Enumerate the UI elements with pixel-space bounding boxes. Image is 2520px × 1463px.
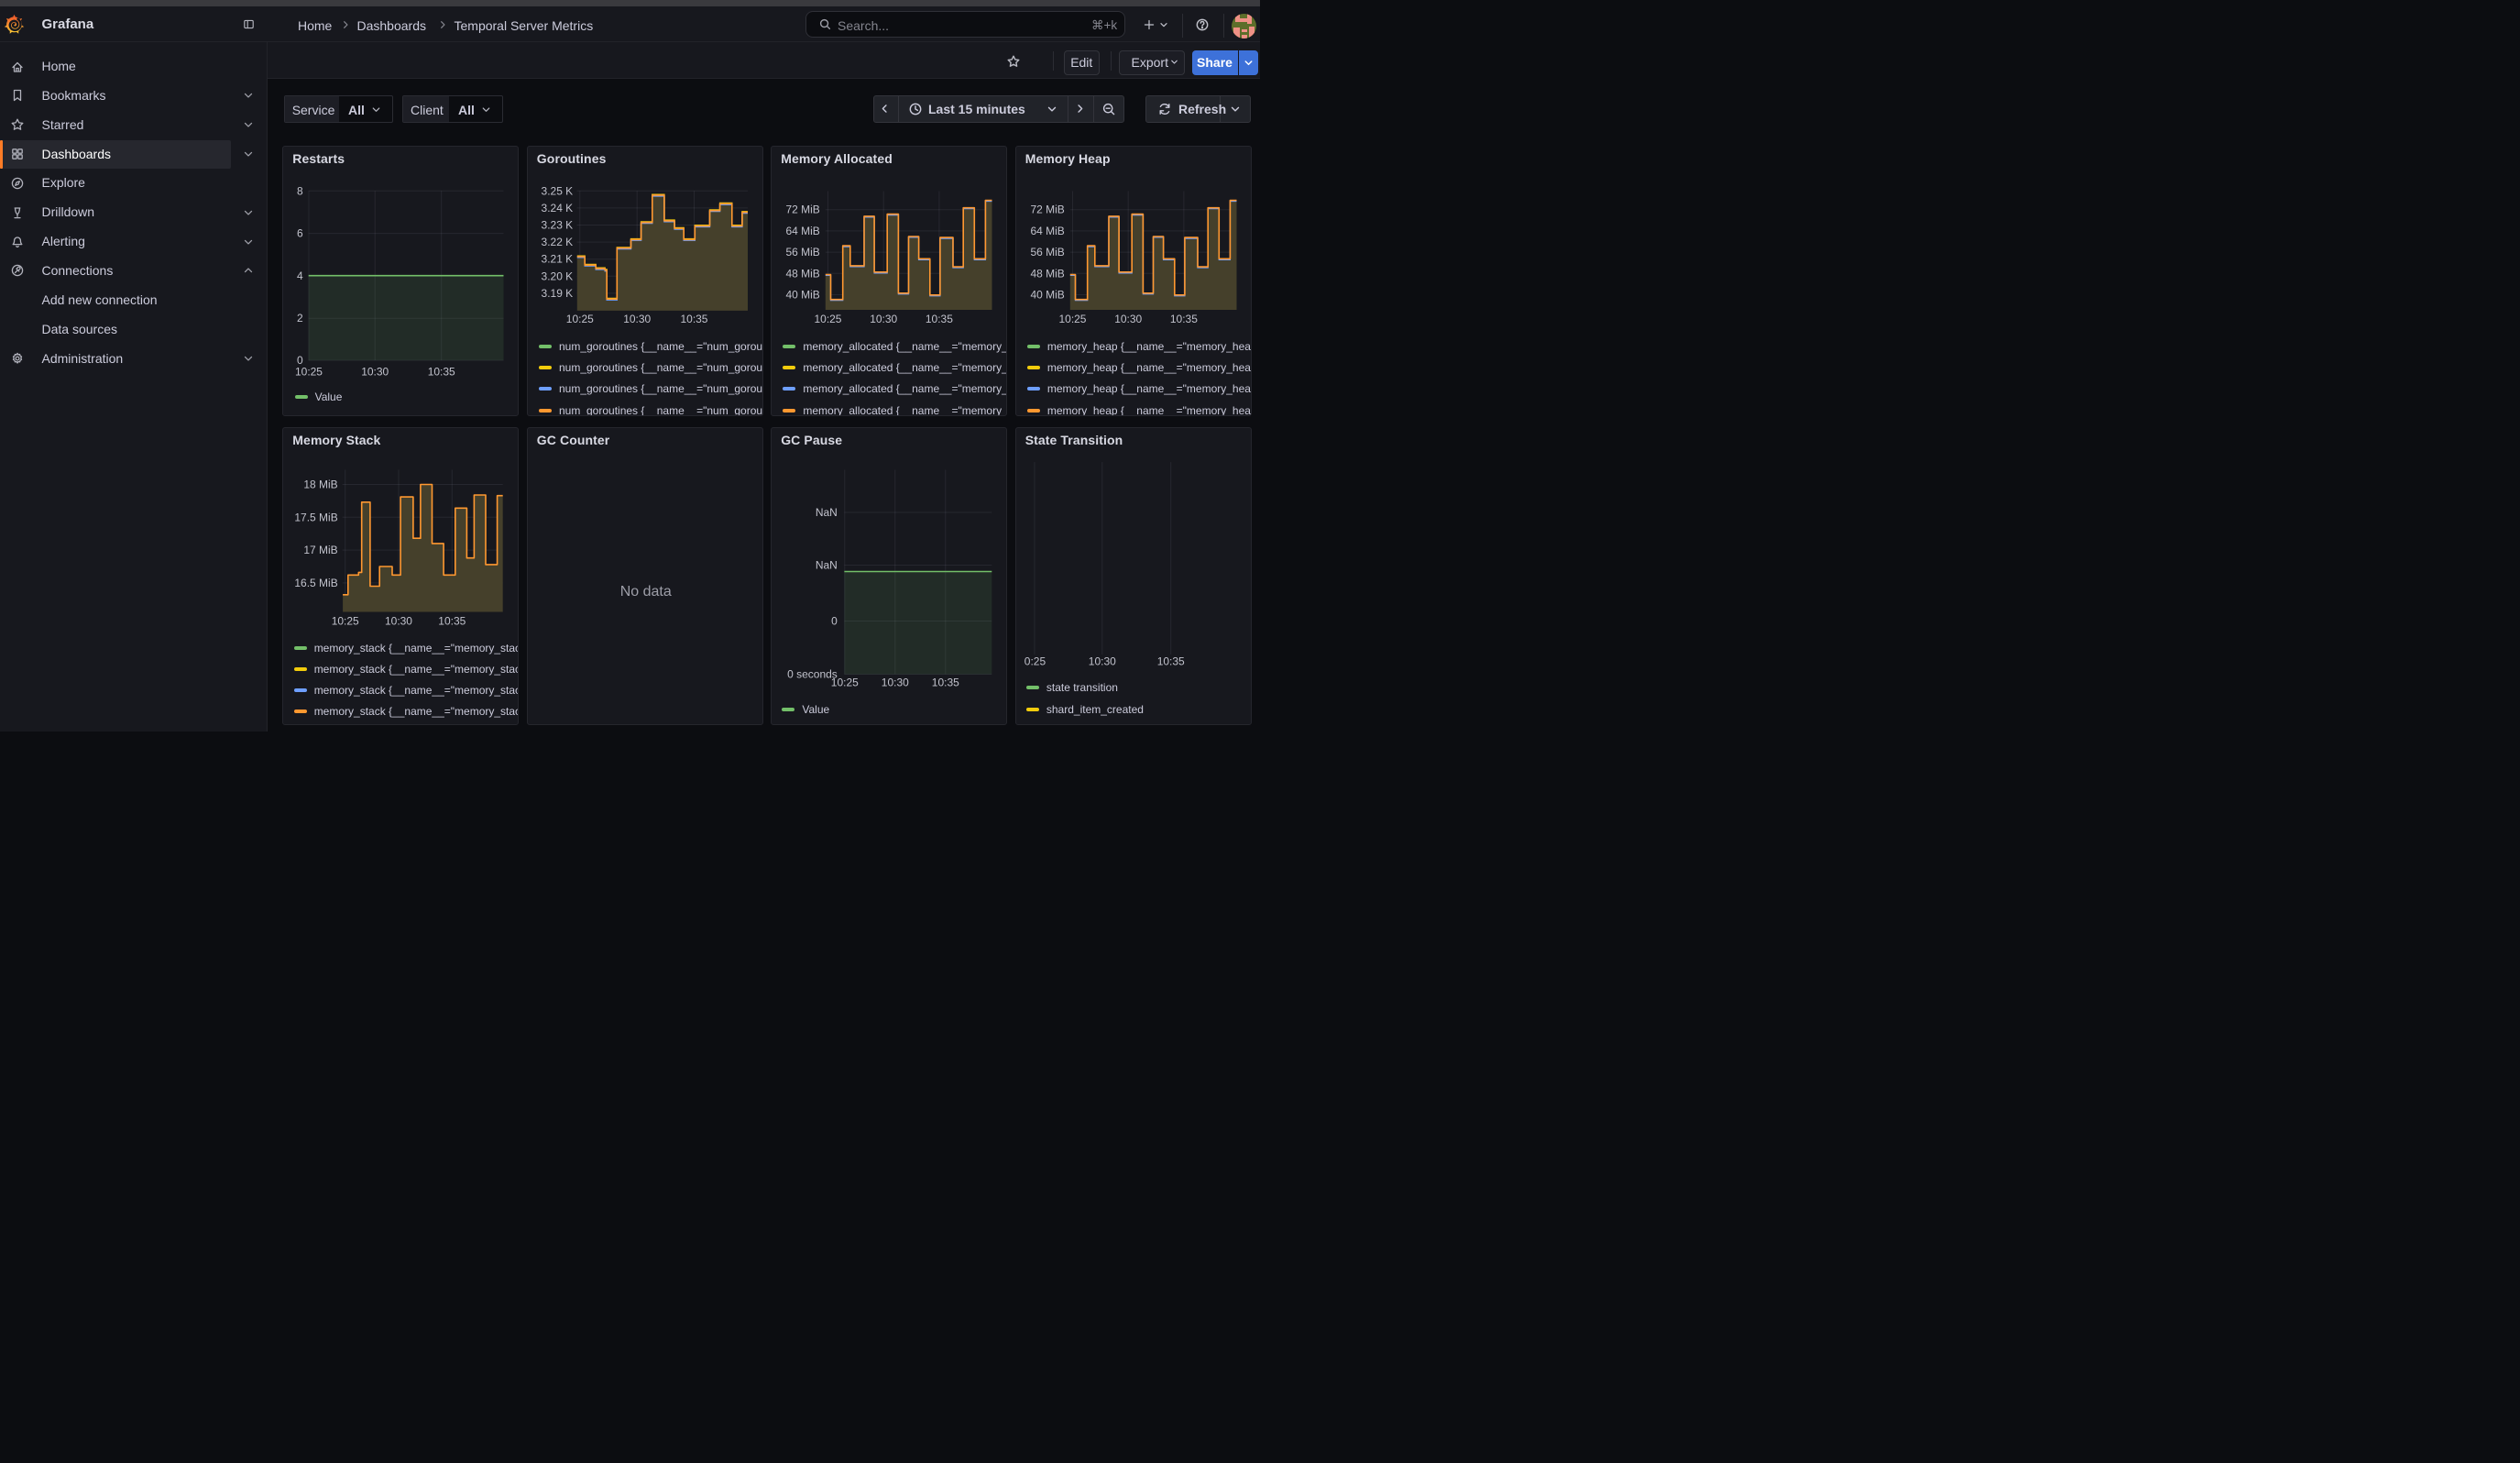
- svg-text:48 MiB: 48 MiB: [786, 267, 820, 280]
- svg-text:10:25: 10:25: [815, 313, 842, 325]
- svg-text:6: 6: [297, 227, 303, 240]
- svg-text:2: 2: [297, 312, 303, 324]
- svg-text:8: 8: [297, 184, 303, 197]
- svg-text:17.5 MiB: 17.5 MiB: [295, 511, 338, 523]
- svg-text:10:25: 10:25: [831, 676, 859, 688]
- svg-text:10:25: 10:25: [1058, 313, 1086, 325]
- svg-text:56 MiB: 56 MiB: [786, 246, 820, 258]
- svg-text:10:30: 10:30: [870, 313, 897, 325]
- svg-text:4: 4: [297, 270, 303, 282]
- svg-text:10:25: 10:25: [295, 365, 323, 378]
- svg-text:10:35: 10:35: [1170, 313, 1198, 325]
- svg-text:10:35: 10:35: [428, 365, 455, 378]
- svg-text:10:25: 10:25: [332, 614, 359, 627]
- svg-text:72 MiB: 72 MiB: [786, 204, 820, 216]
- svg-text:0 seconds: 0 seconds: [787, 667, 838, 680]
- svg-text:10:30: 10:30: [361, 365, 389, 378]
- svg-text:10:35: 10:35: [439, 614, 466, 627]
- svg-text:0:25: 0:25: [1024, 654, 1046, 667]
- svg-text:10:30: 10:30: [385, 614, 412, 627]
- svg-text:10:35: 10:35: [1156, 654, 1184, 667]
- svg-text:10:30: 10:30: [882, 676, 909, 688]
- svg-text:10:35: 10:35: [680, 313, 707, 325]
- svg-text:10:25: 10:25: [566, 313, 594, 325]
- svg-text:40 MiB: 40 MiB: [786, 288, 820, 301]
- svg-text:40 MiB: 40 MiB: [1030, 288, 1064, 301]
- svg-text:3.20 K: 3.20 K: [541, 270, 573, 282]
- svg-text:3.22 K: 3.22 K: [541, 236, 573, 248]
- svg-text:64 MiB: 64 MiB: [786, 225, 820, 237]
- svg-text:3.24 K: 3.24 K: [541, 202, 573, 214]
- svg-text:18 MiB: 18 MiB: [304, 478, 338, 490]
- svg-text:48 MiB: 48 MiB: [1030, 267, 1064, 280]
- svg-text:10:35: 10:35: [926, 313, 953, 325]
- svg-text:72 MiB: 72 MiB: [1030, 204, 1064, 216]
- svg-text:3.23 K: 3.23 K: [541, 219, 573, 232]
- svg-text:56 MiB: 56 MiB: [1030, 246, 1064, 258]
- svg-text:17 MiB: 17 MiB: [304, 544, 338, 556]
- svg-text:3.19 K: 3.19 K: [541, 287, 573, 300]
- svg-text:0: 0: [831, 614, 838, 627]
- svg-text:64 MiB: 64 MiB: [1030, 225, 1064, 237]
- svg-text:3.21 K: 3.21 K: [541, 253, 573, 266]
- svg-text:10:30: 10:30: [1114, 313, 1142, 325]
- svg-text:16.5 MiB: 16.5 MiB: [295, 576, 338, 588]
- svg-text:10:30: 10:30: [623, 313, 651, 325]
- svg-text:10:35: 10:35: [932, 676, 959, 688]
- svg-text:3.25 K: 3.25 K: [541, 184, 573, 197]
- svg-text:10:30: 10:30: [1088, 654, 1115, 667]
- svg-text:NaN: NaN: [816, 558, 838, 571]
- svg-text:NaN: NaN: [816, 505, 838, 518]
